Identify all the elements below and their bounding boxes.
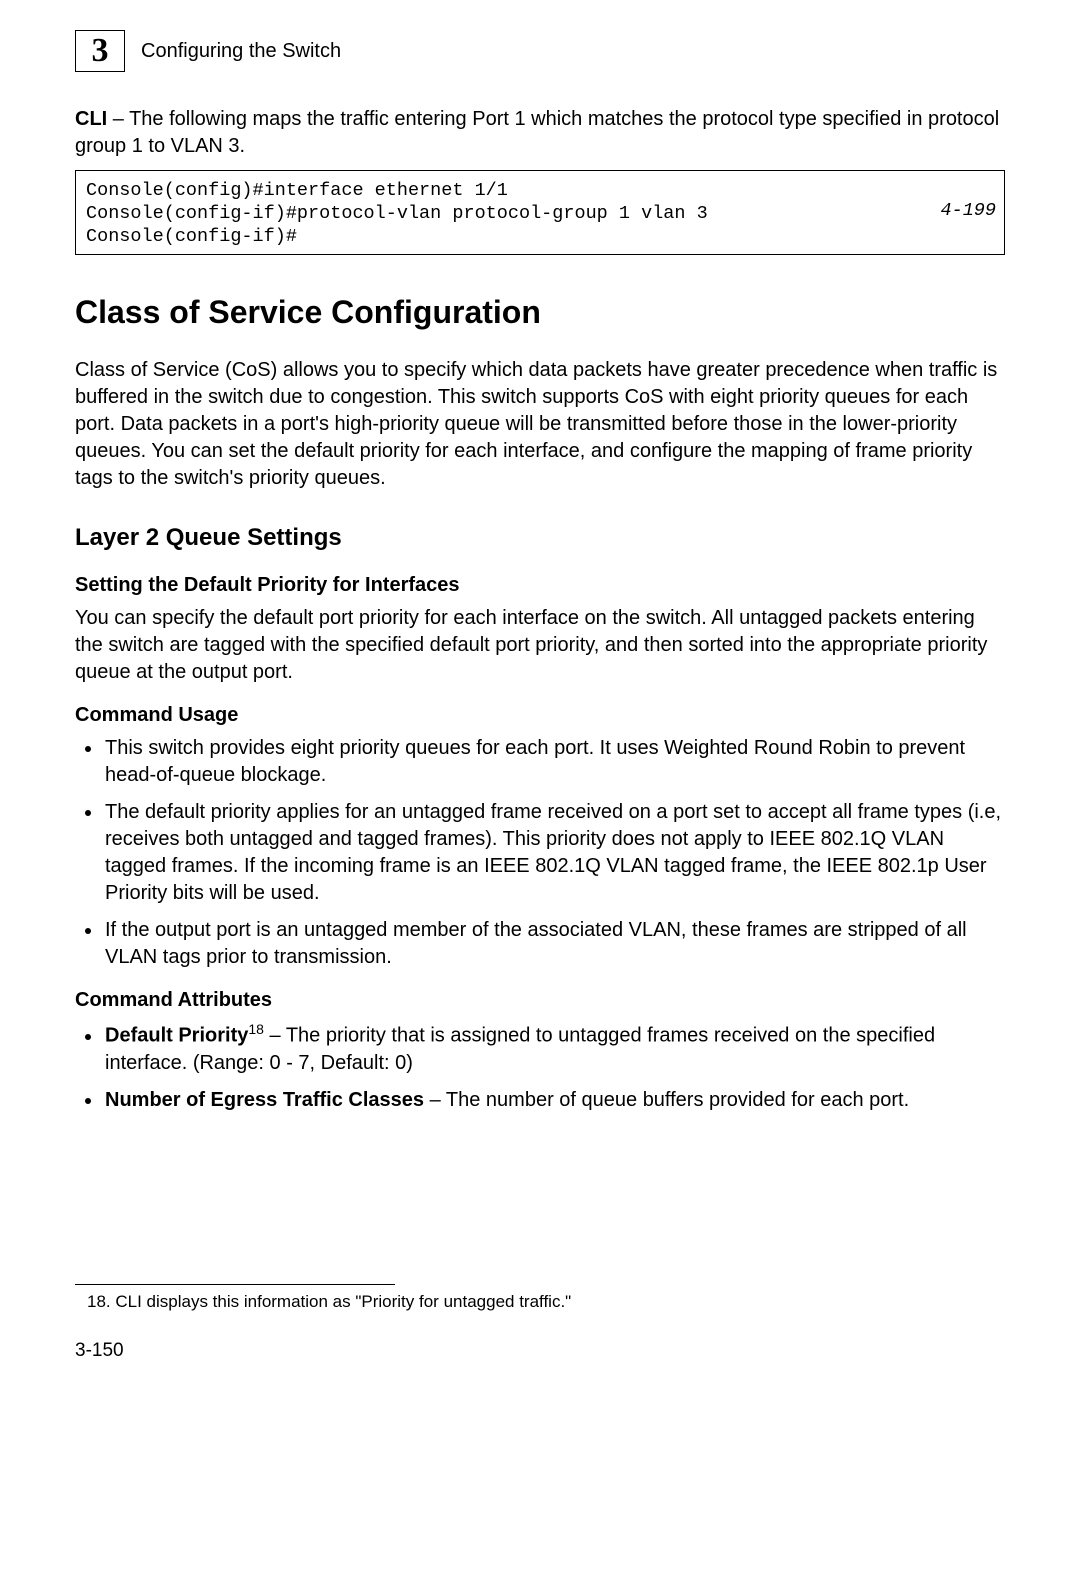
command-usage-title: Command Usage: [75, 702, 1005, 729]
footnote-ref: 18: [248, 1021, 264, 1037]
page: 3 Configuring the Switch CLI – The follo…: [0, 0, 1080, 1570]
command-attributes-title: Command Attributes: [75, 987, 1005, 1014]
footnote-num: 18.: [87, 1292, 111, 1311]
section-body: Class of Service (CoS) allows you to spe…: [75, 357, 1005, 492]
code-line-1: Console(config)#interface ethernet 1/1: [86, 180, 508, 201]
attr-label: Number of Egress Traffic Classes: [105, 1089, 424, 1111]
list-item: If the output port is an untagged member…: [103, 917, 1005, 971]
list-item: Default Priority18 – The priority that i…: [103, 1020, 1005, 1077]
footnote: 18. CLI displays this information as "Pr…: [87, 1291, 1005, 1314]
attr-text: – The number of queue buffers provided f…: [424, 1089, 909, 1111]
subsection-title: Layer 2 Queue Settings: [75, 522, 1005, 554]
list-item: The default priority applies for an unta…: [103, 799, 1005, 907]
footnote-text: CLI displays this information as "Priori…: [111, 1292, 572, 1311]
chapter-number-icon: 3: [75, 30, 125, 72]
page-header: 3 Configuring the Switch: [75, 30, 1005, 72]
list-item: Number of Egress Traffic Classes – The n…: [103, 1087, 1005, 1114]
footnote-rule: [75, 1284, 395, 1285]
cli-intro: CLI – The following maps the traffic ent…: [75, 106, 1005, 160]
header-title: Configuring the Switch: [141, 38, 341, 65]
subsub-title: Setting the Default Priority for Interfa…: [75, 572, 1005, 599]
command-usage-list: This switch provides eight priority queu…: [75, 735, 1005, 971]
list-item: This switch provides eight priority queu…: [103, 735, 1005, 789]
section-title: Class of Service Configuration: [75, 291, 1005, 334]
page-number: 3-150: [75, 1338, 1005, 1364]
code-page-ref: 4-199: [940, 199, 996, 222]
code-block: Console(config)#interface ethernet 1/1 C…: [75, 170, 1005, 255]
code-line-3: Console(config-if)#: [86, 226, 297, 247]
cli-label: CLI: [75, 108, 107, 130]
subsub-body: You can specify the default port priorit…: [75, 605, 1005, 686]
cli-intro-text: – The following maps the traffic enterin…: [75, 108, 999, 157]
code-line-2: Console(config-if)#protocol-vlan protoco…: [86, 203, 708, 224]
command-attributes-list: Default Priority18 – The priority that i…: [75, 1020, 1005, 1114]
attr-label: Default Priority: [105, 1025, 248, 1047]
